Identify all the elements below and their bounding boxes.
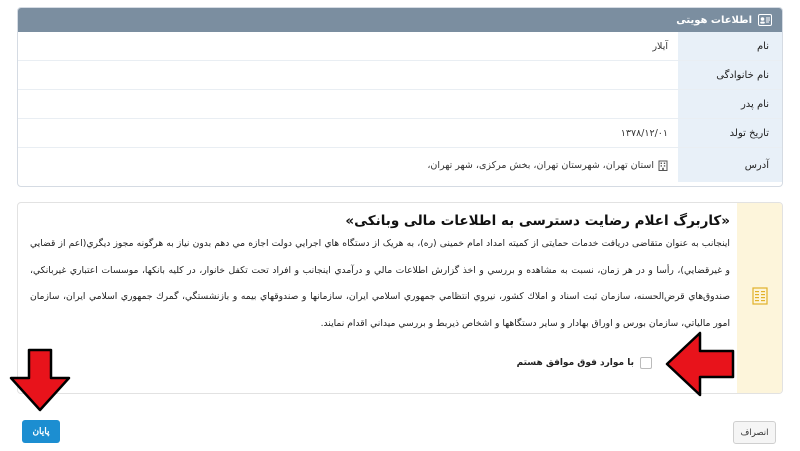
last-name-value xyxy=(18,61,678,89)
first-name-value: آيلار xyxy=(652,40,668,52)
id-card-icon xyxy=(758,14,772,26)
consent-text: اينجانب به عنوان متقاضی دريافت خدمات حما… xyxy=(30,238,730,329)
birth-date-value: ۱۳۷۸/۱۲/۰۱ xyxy=(620,127,668,139)
finish-button[interactable]: پايان xyxy=(22,420,60,443)
agree-checkbox[interactable] xyxy=(640,357,652,369)
identity-card-header: اطلاعات هويتی xyxy=(18,8,782,32)
father-name-value xyxy=(18,90,678,118)
consent-side-strip xyxy=(737,203,782,393)
row-first-name: نام آيلار xyxy=(18,32,782,61)
agree-label: با موارد فوق موافق هستم xyxy=(516,358,634,368)
father-name-label: نام پدر xyxy=(678,90,782,118)
building-icon xyxy=(658,160,668,171)
identity-card-title: اطلاعات هويتی xyxy=(676,14,752,26)
birth-date-label: تاريخ تولد xyxy=(678,119,782,147)
row-father-name: نام پدر xyxy=(18,90,782,119)
cancel-button[interactable]: انصراف xyxy=(733,421,776,444)
row-last-name: نام خانوادگی xyxy=(18,61,782,90)
row-birth-date: تاريخ تولد ۱۳۷۸/۱۲/۰۱ xyxy=(18,119,782,148)
agree-row[interactable]: با موارد فوق موافق هستم xyxy=(517,357,652,369)
last-name-label: نام خانوادگی xyxy=(678,61,782,89)
row-address: آدرس استان تهران، شهرستان تهران، بخش مرک… xyxy=(18,148,782,182)
annotation-arrow-down-icon xyxy=(9,348,71,412)
address-text: استان تهران، شهرستان تهران، بخش مرکزی، ش… xyxy=(427,159,654,171)
identity-card: اطلاعات هويتی نام آيلار نام خانوادگی نام… xyxy=(17,7,783,187)
address-label: آدرس xyxy=(678,148,782,182)
form-icon xyxy=(751,287,768,309)
annotation-arrow-left-icon xyxy=(665,331,735,397)
consent-body: «کاربرگ اعلام رضايت دسترسی به اطلاعات ما… xyxy=(30,203,730,337)
consent-title: «کاربرگ اعلام رضايت دسترسی به اطلاعات ما… xyxy=(345,213,730,229)
address-value: استان تهران، شهرستان تهران، بخش مرکزی، ش… xyxy=(18,148,678,182)
first-name-label: نام xyxy=(678,32,782,60)
